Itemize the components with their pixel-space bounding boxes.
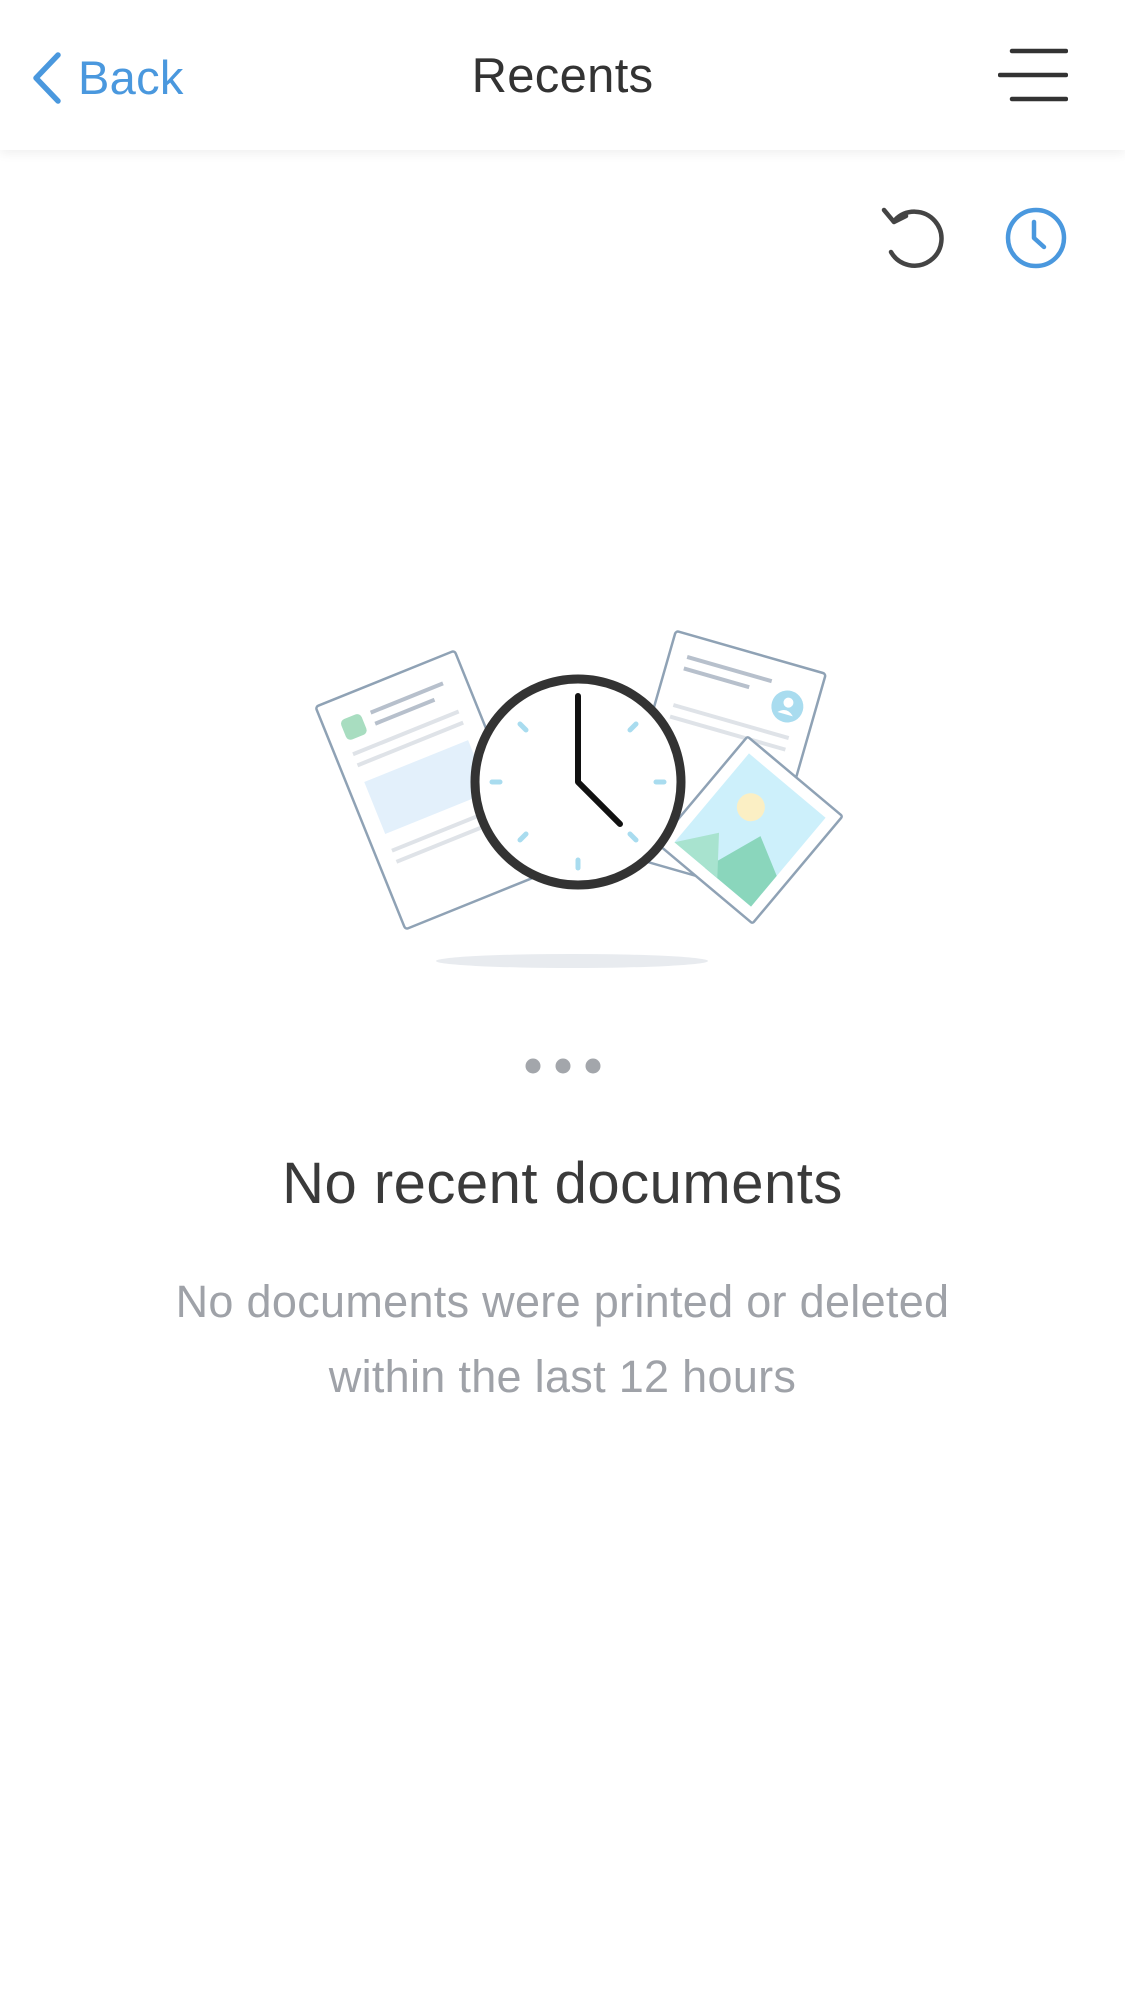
menu-button[interactable] [998, 47, 1068, 103]
empty-state-title: No recent documents [282, 1151, 843, 1216]
empty-state-description-line-1: No documents were printed or deleted [175, 1276, 950, 1327]
history-button[interactable] [873, 200, 949, 276]
empty-state-illustration [300, 600, 860, 980]
page-title: Recents [471, 49, 654, 103]
hamburger-menu-icon [998, 47, 1068, 103]
navigation-bar: Back Recents [0, 0, 1125, 150]
recents-screen: Back Recents No recent documents No docu… [0, 0, 1125, 2001]
empty-state-description: No documents were printed or deleted wit… [130, 1264, 995, 1414]
empty-state-description-line-2: within the last 12 hours [328, 1351, 797, 1402]
recents-clock-button[interactable] [998, 200, 1074, 276]
ellipsis-dots [521, 1057, 605, 1075]
history-icon [873, 200, 949, 276]
clock-icon [998, 200, 1074, 276]
